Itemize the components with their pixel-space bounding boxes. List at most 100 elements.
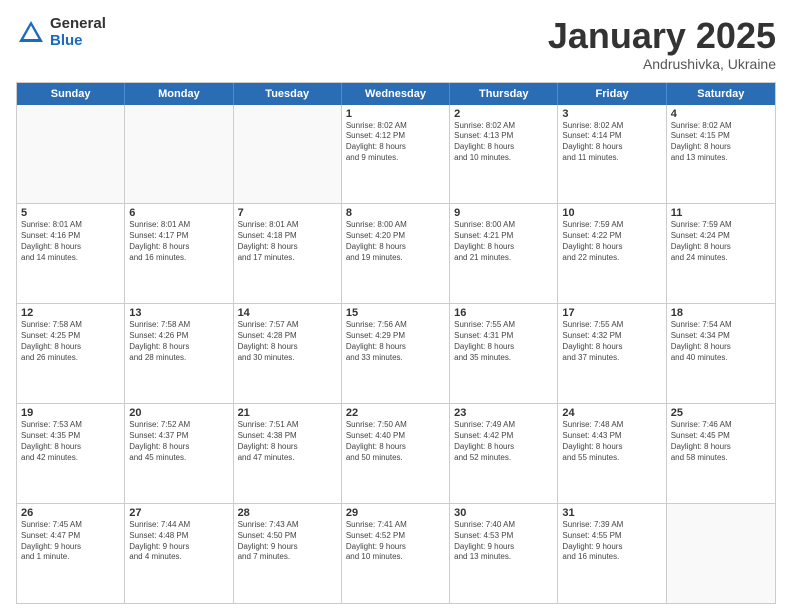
day-number: 10 [562,207,661,219]
calendar-cell: 24Sunrise: 7:48 AM Sunset: 4:43 PM Dayli… [558,404,666,503]
day-number: 16 [454,307,553,319]
day-number: 1 [346,108,445,120]
calendar-cell: 11Sunrise: 7:59 AM Sunset: 4:24 PM Dayli… [667,204,775,303]
cell-sun-info: Sunrise: 8:01 AM Sunset: 4:16 PM Dayligh… [21,220,120,263]
day-number: 6 [129,207,228,219]
day-number: 30 [454,507,553,519]
day-number: 9 [454,207,553,219]
calendar-cell: 22Sunrise: 7:50 AM Sunset: 4:40 PM Dayli… [342,404,450,503]
day-number: 19 [21,407,120,419]
header-day-tuesday: Tuesday [234,83,342,105]
cell-sun-info: Sunrise: 7:59 AM Sunset: 4:22 PM Dayligh… [562,220,661,263]
calendar-header: SundayMondayTuesdayWednesdayThursdayFrid… [17,83,775,105]
logo: General Blue [16,16,106,49]
cell-sun-info: Sunrise: 7:48 AM Sunset: 4:43 PM Dayligh… [562,420,661,463]
cell-sun-info: Sunrise: 7:40 AM Sunset: 4:53 PM Dayligh… [454,520,553,563]
day-number: 25 [671,407,771,419]
cell-sun-info: Sunrise: 7:55 AM Sunset: 4:32 PM Dayligh… [562,320,661,363]
header-day-monday: Monday [125,83,233,105]
day-number: 14 [238,307,337,319]
day-number: 22 [346,407,445,419]
cell-sun-info: Sunrise: 7:39 AM Sunset: 4:55 PM Dayligh… [562,520,661,563]
day-number: 21 [238,407,337,419]
day-number: 13 [129,307,228,319]
day-number: 24 [562,407,661,419]
calendar-cell: 7Sunrise: 8:01 AM Sunset: 4:18 PM Daylig… [234,204,342,303]
calendar-cell: 15Sunrise: 7:56 AM Sunset: 4:29 PM Dayli… [342,304,450,403]
calendar-cell: 13Sunrise: 7:58 AM Sunset: 4:26 PM Dayli… [125,304,233,403]
cell-sun-info: Sunrise: 7:52 AM Sunset: 4:37 PM Dayligh… [129,420,228,463]
logo-blue-label: Blue [50,33,106,50]
calendar-cell: 16Sunrise: 7:55 AM Sunset: 4:31 PM Dayli… [450,304,558,403]
cell-sun-info: Sunrise: 7:56 AM Sunset: 4:29 PM Dayligh… [346,320,445,363]
cell-sun-info: Sunrise: 8:00 AM Sunset: 4:21 PM Dayligh… [454,220,553,263]
cell-sun-info: Sunrise: 7:43 AM Sunset: 4:50 PM Dayligh… [238,520,337,563]
cell-sun-info: Sunrise: 7:54 AM Sunset: 4:34 PM Dayligh… [671,320,771,363]
calendar-row-1: 1Sunrise: 8:02 AM Sunset: 4:12 PM Daylig… [17,105,775,204]
calendar-cell [125,105,233,204]
calendar-cell: 27Sunrise: 7:44 AM Sunset: 4:48 PM Dayli… [125,504,233,603]
cell-sun-info: Sunrise: 7:53 AM Sunset: 4:35 PM Dayligh… [21,420,120,463]
calendar-row-5: 26Sunrise: 7:45 AM Sunset: 4:47 PM Dayli… [17,503,775,603]
cell-sun-info: Sunrise: 7:45 AM Sunset: 4:47 PM Dayligh… [21,520,120,563]
header-day-wednesday: Wednesday [342,83,450,105]
cell-sun-info: Sunrise: 7:57 AM Sunset: 4:28 PM Dayligh… [238,320,337,363]
cell-sun-info: Sunrise: 7:58 AM Sunset: 4:26 PM Dayligh… [129,320,228,363]
calendar-row-3: 12Sunrise: 7:58 AM Sunset: 4:25 PM Dayli… [17,303,775,403]
cell-sun-info: Sunrise: 7:59 AM Sunset: 4:24 PM Dayligh… [671,220,771,263]
cell-sun-info: Sunrise: 8:01 AM Sunset: 4:18 PM Dayligh… [238,220,337,263]
calendar-row-4: 19Sunrise: 7:53 AM Sunset: 4:35 PM Dayli… [17,403,775,503]
day-number: 29 [346,507,445,519]
calendar-cell: 19Sunrise: 7:53 AM Sunset: 4:35 PM Dayli… [17,404,125,503]
day-number: 7 [238,207,337,219]
day-number: 12 [21,307,120,319]
cell-sun-info: Sunrise: 8:01 AM Sunset: 4:17 PM Dayligh… [129,220,228,263]
calendar-cell: 29Sunrise: 7:41 AM Sunset: 4:52 PM Dayli… [342,504,450,603]
day-number: 23 [454,407,553,419]
day-number: 2 [454,108,553,120]
cell-sun-info: Sunrise: 7:41 AM Sunset: 4:52 PM Dayligh… [346,520,445,563]
logo-general-label: General [50,16,106,33]
page: General Blue January 2025 Andrushivka, U… [0,0,792,612]
calendar-cell: 9Sunrise: 8:00 AM Sunset: 4:21 PM Daylig… [450,204,558,303]
cell-sun-info: Sunrise: 7:44 AM Sunset: 4:48 PM Dayligh… [129,520,228,563]
calendar-cell [234,105,342,204]
logo-text: General Blue [50,16,106,49]
month-title: January 2025 [548,16,776,56]
calendar: SundayMondayTuesdayWednesdayThursdayFrid… [16,82,776,604]
day-number: 31 [562,507,661,519]
header-day-friday: Friday [558,83,666,105]
header-day-thursday: Thursday [450,83,558,105]
logo-icon [16,18,46,48]
cell-sun-info: Sunrise: 8:02 AM Sunset: 4:13 PM Dayligh… [454,121,553,164]
calendar-cell: 21Sunrise: 7:51 AM Sunset: 4:38 PM Dayli… [234,404,342,503]
cell-sun-info: Sunrise: 8:02 AM Sunset: 4:15 PM Dayligh… [671,121,771,164]
calendar-cell [667,504,775,603]
cell-sun-info: Sunrise: 8:02 AM Sunset: 4:12 PM Dayligh… [346,121,445,164]
day-number: 3 [562,108,661,120]
calendar-cell [17,105,125,204]
calendar-cell: 18Sunrise: 7:54 AM Sunset: 4:34 PM Dayli… [667,304,775,403]
day-number: 11 [671,207,771,219]
day-number: 18 [671,307,771,319]
day-number: 27 [129,507,228,519]
day-number: 15 [346,307,445,319]
calendar-cell: 12Sunrise: 7:58 AM Sunset: 4:25 PM Dayli… [17,304,125,403]
cell-sun-info: Sunrise: 7:49 AM Sunset: 4:42 PM Dayligh… [454,420,553,463]
calendar-cell: 2Sunrise: 8:02 AM Sunset: 4:13 PM Daylig… [450,105,558,204]
calendar-row-2: 5Sunrise: 8:01 AM Sunset: 4:16 PM Daylig… [17,203,775,303]
cell-sun-info: Sunrise: 7:55 AM Sunset: 4:31 PM Dayligh… [454,320,553,363]
calendar-cell: 14Sunrise: 7:57 AM Sunset: 4:28 PM Dayli… [234,304,342,403]
title-block: January 2025 Andrushivka, Ukraine [548,16,776,72]
day-number: 8 [346,207,445,219]
calendar-cell: 30Sunrise: 7:40 AM Sunset: 4:53 PM Dayli… [450,504,558,603]
header-day-sunday: Sunday [17,83,125,105]
day-number: 26 [21,507,120,519]
calendar-cell: 1Sunrise: 8:02 AM Sunset: 4:12 PM Daylig… [342,105,450,204]
cell-sun-info: Sunrise: 7:46 AM Sunset: 4:45 PM Dayligh… [671,420,771,463]
location-subtitle: Andrushivka, Ukraine [548,56,776,72]
calendar-cell: 25Sunrise: 7:46 AM Sunset: 4:45 PM Dayli… [667,404,775,503]
calendar-cell: 5Sunrise: 8:01 AM Sunset: 4:16 PM Daylig… [17,204,125,303]
day-number: 17 [562,307,661,319]
calendar-cell: 10Sunrise: 7:59 AM Sunset: 4:22 PM Dayli… [558,204,666,303]
